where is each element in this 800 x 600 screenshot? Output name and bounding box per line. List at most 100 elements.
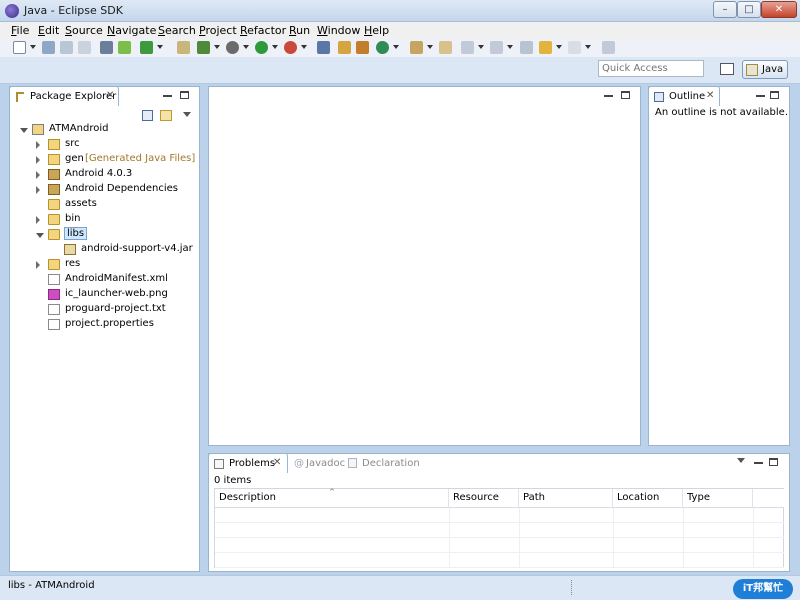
outline-minimize-icon[interactable] bbox=[756, 95, 765, 97]
outline-maximize-icon[interactable] bbox=[770, 91, 779, 99]
menu-search[interactable]: Search bbox=[158, 24, 196, 37]
tree-item[interactable]: project.properties bbox=[10, 318, 196, 333]
close-problems-icon[interactable]: ✕ bbox=[273, 457, 281, 468]
tree-item[interactable]: ATMAndroid bbox=[10, 123, 196, 138]
tab-javadoc[interactable]: Javadoc bbox=[306, 458, 345, 469]
close-outline-icon[interactable]: ✕ bbox=[706, 90, 714, 101]
tab-package-explorer[interactable]: Package Explorer ✕ bbox=[9, 86, 119, 106]
tree-item[interactable]: Android Dependencies bbox=[10, 183, 196, 198]
editor-minimize-icon[interactable] bbox=[604, 95, 613, 97]
tree-item[interactable]: ic_launcher-web.png bbox=[10, 288, 196, 303]
collapse-arrow-icon[interactable] bbox=[36, 186, 40, 194]
tab-outline[interactable]: Outline ✕ bbox=[648, 86, 720, 106]
external-tools-icon[interactable] bbox=[284, 41, 297, 54]
print-icon[interactable] bbox=[78, 41, 91, 54]
pin-icon[interactable] bbox=[317, 41, 330, 54]
menu-window[interactable]: Window bbox=[317, 24, 360, 37]
debug-icon[interactable] bbox=[226, 41, 239, 54]
expand-arrow-icon[interactable] bbox=[36, 233, 44, 238]
column-resource[interactable]: Resource bbox=[449, 489, 519, 508]
tree-item[interactable]: src bbox=[10, 138, 196, 153]
import-icon[interactable] bbox=[100, 41, 113, 54]
new-java-class-icon[interactable] bbox=[356, 41, 369, 54]
menu-navigate[interactable]: Navigate bbox=[107, 24, 156, 37]
new-android-project-icon[interactable] bbox=[197, 41, 210, 54]
menu-help[interactable]: Help bbox=[364, 24, 389, 37]
android-sdk-icon[interactable] bbox=[118, 41, 131, 54]
collapse-arrow-icon[interactable] bbox=[36, 141, 40, 149]
maximize-view-icon[interactable] bbox=[180, 91, 189, 99]
minimize-view-icon[interactable] bbox=[163, 95, 172, 97]
open-type-dropdown-icon[interactable] bbox=[427, 45, 433, 49]
back-icon[interactable] bbox=[539, 41, 552, 54]
minimize-button[interactable]: – bbox=[713, 1, 737, 18]
open-type-icon[interactable] bbox=[410, 41, 423, 54]
tree-item[interactable]: bin bbox=[10, 213, 196, 228]
search-icon[interactable] bbox=[439, 41, 452, 54]
task-dropdown-icon[interactable] bbox=[157, 45, 163, 49]
table-divider bbox=[613, 508, 614, 568]
tree-item[interactable]: libs bbox=[10, 227, 196, 243]
external-tools-dropdown-icon[interactable] bbox=[301, 45, 307, 49]
package-icon[interactable] bbox=[177, 41, 190, 54]
menu-source[interactable]: Source bbox=[65, 24, 103, 37]
link-with-editor-icon[interactable] bbox=[160, 110, 172, 121]
view-menu-icon[interactable] bbox=[183, 112, 191, 117]
forward-icon[interactable] bbox=[568, 41, 581, 54]
menu-refactor[interactable]: Refactor bbox=[240, 24, 286, 37]
collapse-all-icon[interactable] bbox=[142, 110, 153, 121]
run-icon[interactable] bbox=[255, 41, 268, 54]
java-perspective-button[interactable]: Java bbox=[742, 60, 788, 79]
debug-dropdown-icon[interactable] bbox=[243, 45, 249, 49]
forward-dropdown-icon[interactable] bbox=[585, 45, 591, 49]
tree-item[interactable]: res bbox=[10, 258, 196, 273]
column-location[interactable]: Location bbox=[613, 489, 683, 508]
quick-access-input[interactable] bbox=[598, 60, 704, 77]
tree-item[interactable]: proguard-project.txt bbox=[10, 303, 196, 318]
save-icon[interactable] bbox=[42, 41, 55, 54]
new-java-package-icon[interactable] bbox=[338, 41, 351, 54]
menu-project[interactable]: Project bbox=[199, 24, 237, 37]
next-annotation-dropdown-icon[interactable] bbox=[478, 45, 484, 49]
problems-minimize-icon[interactable] bbox=[754, 462, 763, 464]
collapse-arrow-icon[interactable] bbox=[36, 216, 40, 224]
collapse-arrow-icon[interactable] bbox=[36, 156, 40, 164]
task-icon[interactable] bbox=[140, 41, 153, 54]
run-dropdown-icon[interactable] bbox=[272, 45, 278, 49]
column-type[interactable]: Type bbox=[683, 489, 753, 508]
tree-item[interactable]: assets bbox=[10, 198, 196, 213]
tree-item[interactable]: android-support-v4.jar bbox=[10, 243, 196, 258]
new-class-dropdown-icon[interactable] bbox=[393, 45, 399, 49]
editor-maximize-icon[interactable] bbox=[621, 91, 630, 99]
back-dropdown-icon[interactable] bbox=[556, 45, 562, 49]
close-tab-icon[interactable]: ✕ bbox=[106, 90, 114, 101]
menu-run[interactable]: Run bbox=[289, 24, 310, 37]
problems-view-menu-icon[interactable] bbox=[737, 458, 745, 463]
javadoc-at-icon: @ bbox=[294, 458, 304, 469]
last-edit-icon[interactable] bbox=[520, 41, 533, 54]
prev-annotation-dropdown-icon[interactable] bbox=[507, 45, 513, 49]
collapse-arrow-icon[interactable] bbox=[36, 261, 40, 269]
new-dropdown-icon[interactable] bbox=[30, 45, 36, 49]
tab-declaration[interactable]: Declaration bbox=[362, 458, 420, 469]
menu-file[interactable]: File bbox=[11, 24, 29, 37]
problems-maximize-icon[interactable] bbox=[769, 458, 778, 466]
tree-item[interactable]: gen [Generated Java Files] bbox=[10, 153, 196, 168]
new-android-dropdown-icon[interactable] bbox=[214, 45, 220, 49]
column-path[interactable]: Path bbox=[519, 489, 613, 508]
save-all-icon[interactable] bbox=[60, 41, 73, 54]
pin-editor-icon[interactable] bbox=[602, 41, 615, 54]
open-perspective-icon[interactable] bbox=[720, 63, 734, 75]
new-icon[interactable] bbox=[13, 41, 26, 54]
collapse-arrow-icon[interactable] bbox=[36, 171, 40, 179]
expand-arrow-icon[interactable] bbox=[20, 128, 28, 133]
prev-annotation-icon[interactable] bbox=[490, 41, 503, 54]
tree-item[interactable]: Android 4.0.3 bbox=[10, 168, 196, 183]
maximize-button[interactable]: □ bbox=[737, 1, 761, 18]
new-class-icon[interactable] bbox=[376, 41, 389, 54]
tab-problems[interactable]: Problems ✕ bbox=[208, 453, 288, 473]
next-annotation-icon[interactable] bbox=[461, 41, 474, 54]
close-button[interactable]: ✕ bbox=[761, 1, 797, 18]
tree-item[interactable]: AndroidManifest.xml bbox=[10, 273, 196, 288]
menu-edit[interactable]: Edit bbox=[38, 24, 59, 37]
